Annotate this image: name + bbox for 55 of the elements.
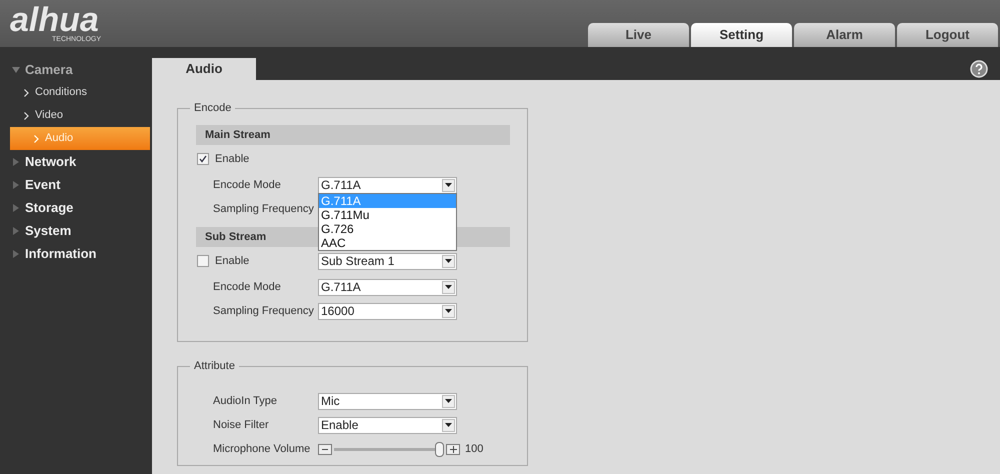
sidebar-item[interactable]: Event xyxy=(0,173,150,196)
field-label: Sampling Frequency xyxy=(213,304,315,319)
slider-thumb[interactable] xyxy=(435,442,444,456)
triangle-right-icon xyxy=(12,204,20,212)
field-label: Microphone Volume xyxy=(213,442,312,457)
nav-tab[interactable]: Setting xyxy=(691,23,792,47)
nav-tab[interactable]: Logout xyxy=(897,23,998,47)
volume-reading: 100 xyxy=(465,442,484,457)
field-label: Noise Filter xyxy=(213,418,270,433)
dropdown-select[interactable]: Enable xyxy=(318,416,457,434)
sidebar-item[interactable]: Storage xyxy=(0,196,150,219)
chevron-right-icon xyxy=(24,112,29,120)
triangle-right-icon xyxy=(12,226,20,234)
sidebar-item[interactable]: Camera xyxy=(0,58,150,81)
sidebar-subitem[interactable]: Video xyxy=(0,104,150,127)
caret-icon xyxy=(442,394,455,408)
caret-icon xyxy=(442,418,455,432)
chevron-right-icon xyxy=(24,88,29,96)
help-icon[interactable] xyxy=(970,60,988,78)
caret-icon xyxy=(442,178,455,192)
plus-icon xyxy=(450,446,456,452)
dropdown-select[interactable]: Mic xyxy=(318,392,457,410)
dropdown-select[interactable]: G.711A xyxy=(318,176,457,194)
dropdown-option[interactable]: G.711Mu xyxy=(319,208,456,222)
field-label: AudioIn Type xyxy=(213,394,278,409)
caret-icon xyxy=(442,254,455,268)
field-label: Sampling Frequency xyxy=(213,202,315,217)
logo: alhua xyxy=(10,4,99,36)
caret-icon xyxy=(442,304,455,318)
checkbox-label: Enable xyxy=(215,152,250,167)
sidebar-item[interactable]: System xyxy=(0,219,150,242)
sidebar-item[interactable]: Network xyxy=(0,150,150,173)
checkbox[interactable] xyxy=(197,153,209,165)
minus-button[interactable] xyxy=(318,444,332,454)
triangle-right-icon xyxy=(12,180,20,188)
section-header: Main Stream xyxy=(196,125,510,145)
plus-button[interactable] xyxy=(446,444,460,454)
field-label: Encode Mode xyxy=(213,178,282,193)
triangle-right-icon xyxy=(12,250,20,258)
sidebar-subitem[interactable]: Conditions xyxy=(0,81,150,104)
dropdown-select[interactable]: 16000 xyxy=(318,302,457,320)
checkbox-label: Enable xyxy=(215,254,250,269)
sidebar-item[interactable]: Information xyxy=(0,242,150,265)
caret-icon xyxy=(442,280,455,294)
triangle-right-icon xyxy=(12,158,20,166)
nav-tab[interactable]: Alarm xyxy=(794,23,895,47)
dropdown-select[interactable]: G.711A xyxy=(318,278,457,296)
checkbox[interactable] xyxy=(197,255,209,267)
chevron-right-icon xyxy=(34,134,39,142)
page-tab[interactable]: Audio xyxy=(152,58,256,80)
dropdown-select[interactable]: Sub Stream 1 xyxy=(318,252,457,270)
triangle-down-icon xyxy=(12,66,20,74)
field-label: Encode Mode xyxy=(213,280,282,295)
nav-tab[interactable]: Live xyxy=(588,23,689,47)
dropdown-option[interactable]: AAC xyxy=(319,236,456,250)
